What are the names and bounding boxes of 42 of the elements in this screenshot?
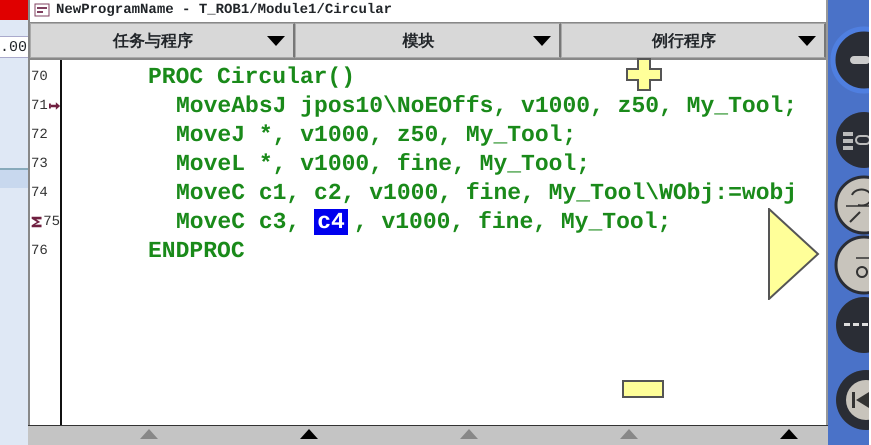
code-text: MoveL *, v1000, fine, My_Tool; [176, 150, 590, 176]
dropdown-tab[interactable]: 模块 [295, 23, 561, 58]
line-number: 74 [31, 184, 48, 200]
increment-button[interactable] [836, 297, 869, 353]
program-pointer-icon [48, 102, 60, 110]
header-strip [0, 0, 28, 20]
dropdown-tab[interactable]: 任务与程序 [30, 23, 296, 58]
panel-band [0, 168, 28, 188]
caret-icon [267, 36, 286, 46]
axis-mode-button[interactable] [834, 236, 869, 294]
line-number: 73 [31, 156, 48, 172]
dropdown-tab[interactable]: 例行程序 [560, 23, 826, 58]
code-text: MoveJ *, v1000, z50, My_Tool; [176, 122, 576, 148]
code-text: MoveC c3, [176, 208, 300, 234]
skip-back-button[interactable] [836, 370, 869, 430]
caret-icon [532, 36, 551, 46]
tool-button[interactable] [836, 112, 869, 168]
selected-code-token[interactable]: c4 [314, 208, 348, 234]
line-number: 75 [43, 214, 60, 230]
code-text: MoveC c1, c2, v1000, fine, My_Tool\WObj:=wobj [176, 180, 798, 206]
code-text: , v1000, fine, My_Tool; [354, 208, 672, 234]
zoom-out-button[interactable] [622, 380, 664, 398]
caret-up-icon [300, 429, 318, 439]
line-number: 70 [31, 68, 48, 84]
caret-up-icon [620, 429, 638, 439]
caret-up-icon [780, 429, 798, 439]
caret-icon [798, 36, 816, 46]
window-title: NewProgramName - T_ROB1/Module1/Circular [56, 2, 392, 18]
code-text: MoveAbsJ jpos10\NoEOffs, v1000, z50, My_Tool; [176, 92, 798, 118]
code-text: PROC Circular() [148, 64, 356, 90]
rotate-mode-button[interactable] [834, 176, 869, 234]
caret-up-icon [460, 429, 478, 439]
code-text: ENDPROC [148, 238, 245, 264]
line-number: 76 [31, 242, 48, 258]
program-icon [34, 3, 50, 17]
next-button[interactable] [768, 208, 820, 300]
minus-button[interactable] [830, 26, 869, 94]
line-number: 72 [31, 126, 48, 142]
line-number: 71 [31, 98, 48, 114]
value-field: .00 [0, 36, 28, 58]
zoom-in-button[interactable] [626, 58, 662, 91]
caret-up-icon [140, 429, 158, 439]
